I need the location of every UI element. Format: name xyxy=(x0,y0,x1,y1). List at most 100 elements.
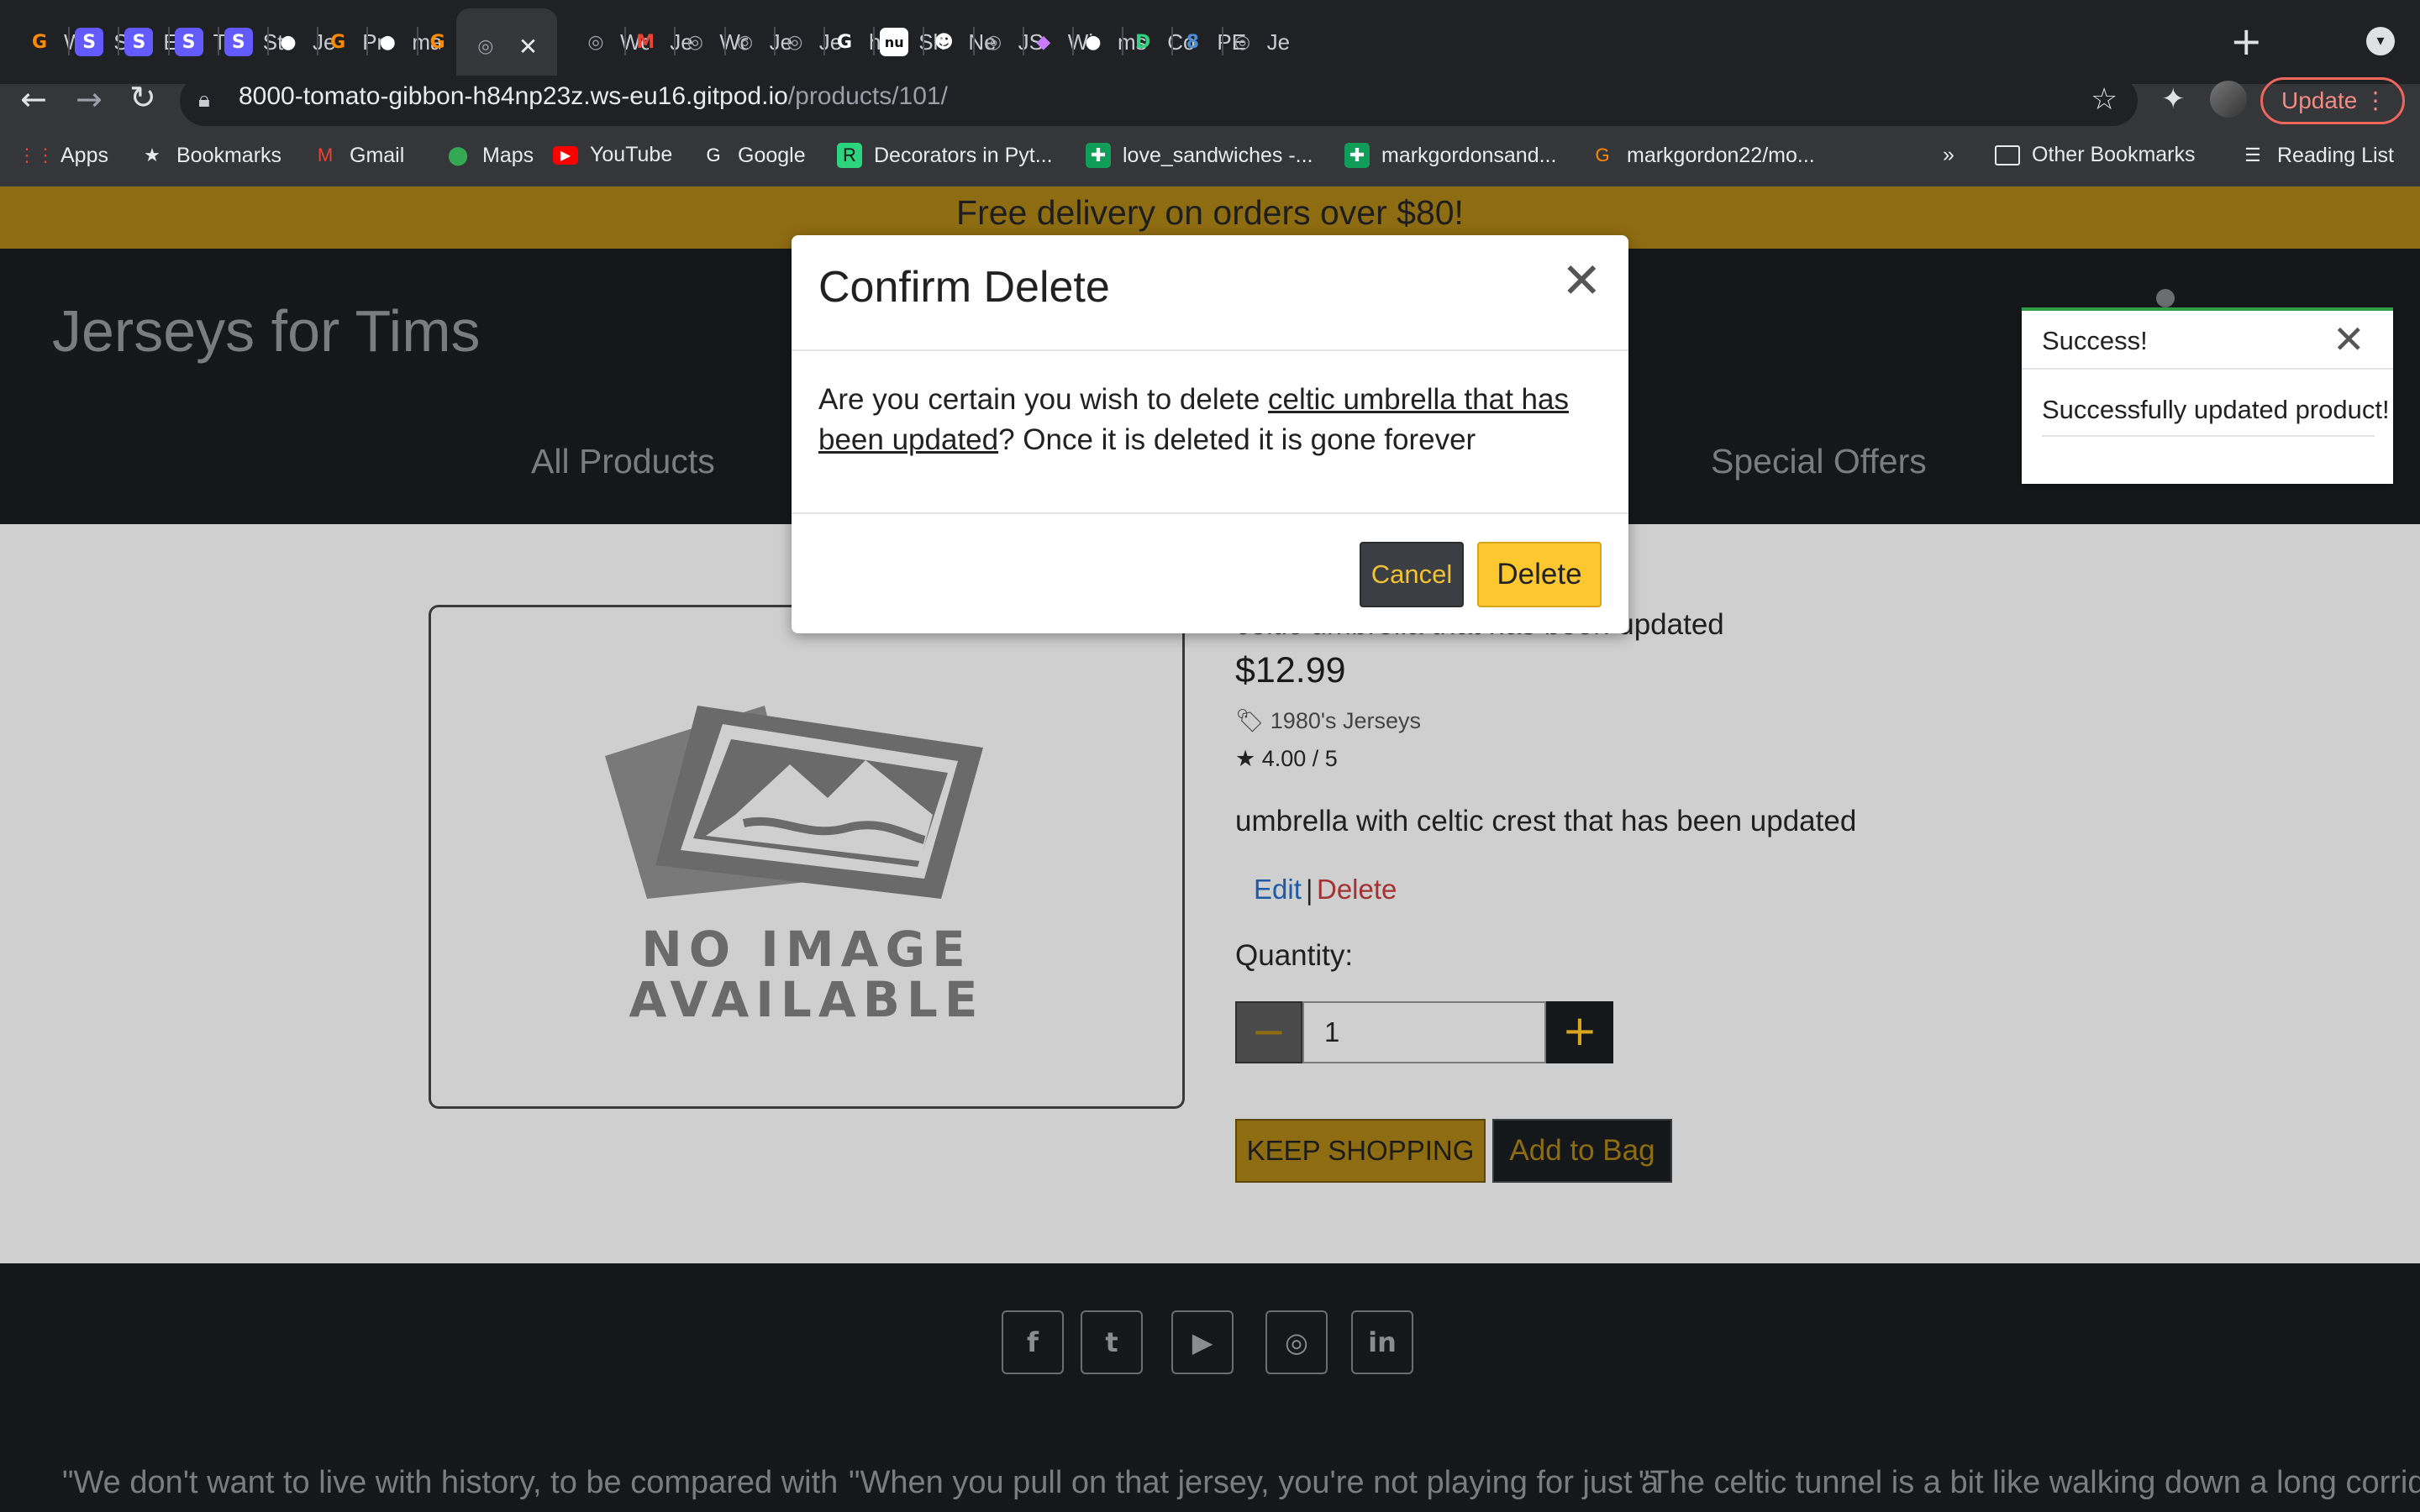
bookmark-item[interactable]: ⋮⋮ Apps xyxy=(18,143,108,168)
tab-search-icon[interactable]: ▾ xyxy=(2366,27,2395,55)
bookmark-item[interactable]: M Gmail xyxy=(313,143,404,168)
promo-text: Free delivery on orders over $80! xyxy=(956,193,1464,232)
back-icon[interactable]: ← xyxy=(20,81,47,118)
edit-product-link[interactable]: Edit xyxy=(1254,874,1302,906)
minus-icon: − xyxy=(1251,1007,1286,1056)
github-icon: ● xyxy=(1085,31,1102,53)
nav-all-products[interactable]: All Products xyxy=(531,442,715,481)
tab-separator xyxy=(1072,27,1074,55)
bookmark-label: love_sandwiches -... xyxy=(1123,143,1313,167)
url-text[interactable]: 8000-tomato-gibbon-h84np23z.ws-eu16.gitp… xyxy=(239,82,948,111)
update-button[interactable]: Update ⋮ xyxy=(2260,77,2405,124)
no-image-picture-icon xyxy=(605,706,983,899)
new-tab-icon[interactable]: + xyxy=(2230,22,2263,60)
tab-separator xyxy=(68,27,71,55)
codeanywhere-icon: D xyxy=(1135,31,1151,53)
bookmark-label: Google xyxy=(738,143,806,167)
close-tab-icon[interactable]: ✕ xyxy=(518,33,538,60)
site-brand[interactable]: Jerseys for Tims xyxy=(52,297,481,365)
facebook-link[interactable]: f xyxy=(1002,1310,1064,1374)
other-bookmarks[interactable]: Other Bookmarks xyxy=(1995,143,2196,167)
tab-separator xyxy=(674,27,676,55)
twitter-link[interactable]: t xyxy=(1081,1310,1143,1374)
bookmark-item[interactable]: ★ Bookmarks xyxy=(139,143,281,168)
browser-tab[interactable]: G xyxy=(424,17,452,67)
bookmark-label: YouTube xyxy=(590,143,673,166)
globe-icon: ◎ xyxy=(477,35,494,57)
bookmark-item[interactable]: Gmarkgordon22/mo... xyxy=(1590,143,1814,168)
tab-title: Je xyxy=(1266,29,1291,55)
product-category[interactable]: 🏷︎ 1980's Jerseys xyxy=(1235,707,1421,734)
gmail-icon: M xyxy=(317,144,334,165)
tab-separator xyxy=(1221,27,1223,55)
bookmark-item[interactable]: R Decorators in Pyt... xyxy=(837,143,1053,168)
stripe-icon: S xyxy=(174,28,203,56)
tab-separator xyxy=(723,27,726,55)
modal-cancel-button[interactable]: Cancel xyxy=(1360,542,1464,607)
bookmark-item[interactable]: ▶ YouTube xyxy=(553,143,672,167)
google-icon: G xyxy=(836,31,853,53)
gitpod-icon: G xyxy=(31,31,48,53)
instagram-icon: ◎ xyxy=(1285,1326,1308,1358)
bookmark-item[interactable]: ⬤ Maps xyxy=(445,143,534,168)
lock-icon[interactable]: 🔒︎ xyxy=(198,87,210,113)
quantity-input[interactable]: 1 xyxy=(1302,1001,1546,1063)
bookmark-star-icon[interactable]: ☆ xyxy=(2091,82,2118,117)
tab-separator xyxy=(167,27,170,55)
globe-icon: ◎ xyxy=(736,31,754,53)
footer-quote-2: "When you pull on that jersey, you're no… xyxy=(849,1465,1660,1500)
tab-separator xyxy=(217,27,219,55)
folder-icon xyxy=(1995,144,2020,165)
browser-tab[interactable]: ◎ Je xyxy=(1228,17,1296,67)
tab-separator xyxy=(823,27,825,55)
browser-tab[interactable]: ◎ ✕ xyxy=(455,8,557,84)
bookmark-label: Gmail xyxy=(350,143,405,167)
modal-close-icon[interactable]: ✕ xyxy=(1561,255,1602,306)
youtube-link[interactable]: ▶ xyxy=(1171,1310,1234,1374)
reading-list-label: Reading List xyxy=(2277,143,2394,167)
instagram-link[interactable]: ◎ xyxy=(1265,1310,1328,1374)
reading-list[interactable]: ☰ Reading List xyxy=(2240,143,2394,168)
reading-list-icon: ☰ xyxy=(2244,144,2261,165)
url-host: 8000-tomato-gibbon-h84np23z.ws-eu16.gitp… xyxy=(239,82,788,110)
bookmarks-overflow[interactable]: » xyxy=(1943,143,1954,167)
nu-icon: nu xyxy=(880,28,909,56)
product-price: $12.99 xyxy=(1235,650,1346,690)
extensions-icon[interactable]: ✦ xyxy=(2161,82,2186,116)
modal-product-name-line1: celtic umbrella that has xyxy=(1268,383,1569,416)
delete-product-link[interactable]: Delete xyxy=(1317,874,1397,906)
account-icon[interactable] xyxy=(2156,289,2175,307)
gitpod-icon: G xyxy=(330,31,346,53)
reload-icon[interactable]: ↻ xyxy=(129,79,156,116)
tab-separator xyxy=(972,27,975,55)
stripe-icon: S xyxy=(124,28,154,56)
forward-icon[interactable]: → xyxy=(76,81,103,118)
product-category-label: 1980's Jerseys xyxy=(1270,708,1422,733)
nav-special-offers[interactable]: Special Offers xyxy=(1711,442,1927,481)
add-to-bag-button[interactable]: Add to Bag xyxy=(1492,1119,1672,1183)
keep-shopping-button[interactable]: KEEP SHOPPING xyxy=(1235,1119,1486,1183)
overflow-chevron-icon: » xyxy=(1943,143,1954,166)
modal-body-suffix: ? Once it is deleted it is gone forever xyxy=(998,423,1476,456)
no-image-text-line2: AVAILABLE xyxy=(629,971,985,1028)
toast-divider xyxy=(2042,435,2375,437)
quantity-increment-button[interactable]: + xyxy=(1546,1001,1613,1063)
modal-delete-button[interactable]: Delete xyxy=(1477,542,1602,607)
tab-separator xyxy=(1171,27,1174,55)
linkedin-link[interactable]: in xyxy=(1351,1310,1413,1374)
toast-close-icon[interactable]: ✕ xyxy=(2333,318,2365,361)
modal-body-prefix: Are you certain you wish to delete xyxy=(818,383,1269,416)
bookmark-item[interactable]: G Google xyxy=(701,143,806,168)
quantity-decrement-button[interactable]: − xyxy=(1235,1001,1302,1063)
realpython-icon: R xyxy=(837,143,862,168)
bookmark-label: Decorators in Pyt... xyxy=(874,143,1053,167)
bookmark-label: Apps xyxy=(60,143,108,167)
tab-separator xyxy=(873,27,876,55)
tab-separator xyxy=(366,27,369,55)
tab-separator xyxy=(118,27,120,55)
bookmark-item[interactable]: ✚ love_sandwiches -... xyxy=(1086,143,1313,168)
bookmark-item[interactable]: ✚ markgordonsand... xyxy=(1344,143,1556,168)
profile-avatar[interactable] xyxy=(2210,81,2247,118)
gmail-icon: M xyxy=(636,31,655,53)
toast-message: Successfully updated product! xyxy=(2042,395,2390,424)
